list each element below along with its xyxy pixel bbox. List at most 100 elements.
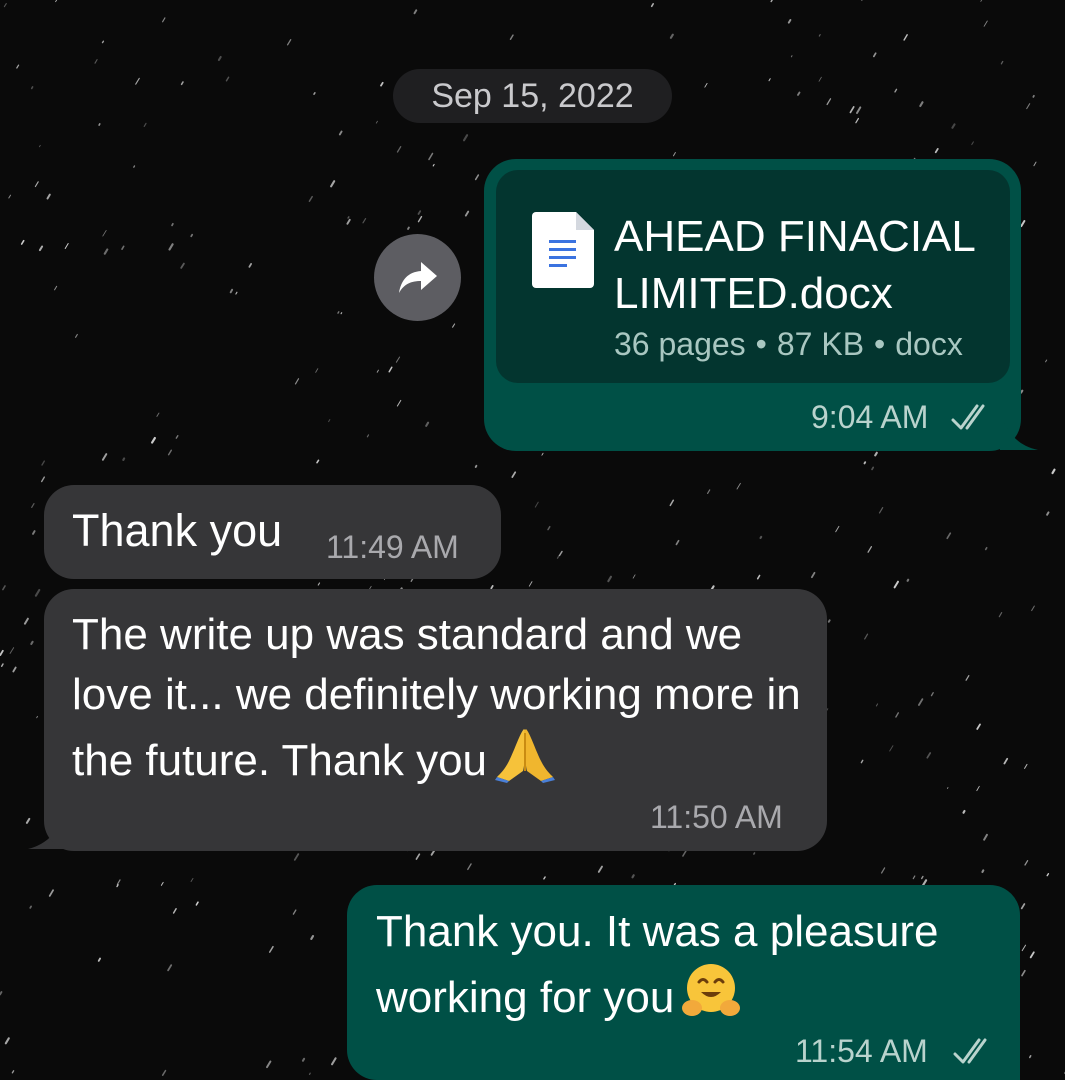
star-speck <box>1020 389 1024 394</box>
star-speck <box>1032 94 1035 98</box>
star-speck <box>1020 219 1026 228</box>
star-speck <box>650 3 654 8</box>
star-speck <box>1046 872 1050 877</box>
star-speck <box>407 226 410 230</box>
star-speck <box>38 245 44 252</box>
star-speck <box>34 588 41 597</box>
bubble-tail <box>1000 412 1038 450</box>
star-speck <box>162 17 166 23</box>
star-speck <box>98 123 101 126</box>
star-speck <box>704 82 708 88</box>
star-speck <box>16 64 20 69</box>
double-check-icon <box>953 1038 987 1064</box>
star-speck <box>1051 468 1056 475</box>
star-speck <box>855 117 860 124</box>
star-speck <box>811 571 816 579</box>
star-speck <box>396 146 402 153</box>
star-speck <box>556 555 560 559</box>
star-speck <box>930 692 934 697</box>
star-speck <box>161 1069 167 1076</box>
star-speck <box>308 1072 311 1076</box>
star-speck <box>906 578 910 582</box>
star-speck <box>509 34 514 40</box>
star-speck <box>313 92 316 95</box>
star-speck <box>669 33 674 39</box>
star-speck <box>248 262 253 268</box>
meta-separator: • <box>874 326 886 362</box>
star-speck <box>293 853 300 861</box>
star-speck <box>920 875 924 880</box>
star-speck <box>934 148 939 154</box>
star-speck <box>464 210 470 217</box>
star-speck <box>759 535 763 540</box>
star-speck <box>396 399 402 407</box>
star-speck <box>675 539 680 546</box>
incoming-message[interactable]: The write up was standard and we love it… <box>44 589 827 851</box>
star-speck <box>528 581 533 587</box>
star-speck <box>597 865 603 873</box>
star-speck <box>864 633 869 640</box>
star-speck <box>756 574 761 580</box>
hugging-face-emoji <box>682 964 741 1016</box>
star-speck <box>1029 1055 1032 1059</box>
star-speck <box>631 874 635 879</box>
message-text: Thank you. It was a pleasure working for… <box>376 907 939 1022</box>
star-speck <box>36 715 38 719</box>
star-speck <box>1021 944 1026 952</box>
star-speck <box>337 311 340 314</box>
star-speck <box>266 1060 272 1069</box>
star-speck <box>101 453 108 461</box>
star-speck <box>380 81 384 87</box>
star-speck <box>632 574 636 579</box>
star-speck <box>160 881 164 886</box>
forward-button[interactable] <box>374 234 461 321</box>
star-speck <box>682 850 687 857</box>
star-speck <box>46 193 51 200</box>
star-speck <box>116 884 119 888</box>
message-time: 11:54 AM <box>795 1033 928 1069</box>
star-speck <box>94 59 98 64</box>
forward-arrow-icon <box>398 261 437 293</box>
star-speck <box>895 712 899 718</box>
star-speck <box>268 945 274 953</box>
star-speck <box>294 378 300 385</box>
star-speck <box>308 195 313 203</box>
star-speck <box>1021 969 1026 977</box>
document-file-name: AHEAD FINACIAL LIMITED.docx <box>614 212 975 318</box>
star-speck <box>534 501 539 508</box>
star-speck <box>998 612 1003 618</box>
star-speck <box>417 215 423 223</box>
star-speck <box>849 106 855 114</box>
star-speck <box>172 907 177 914</box>
star-speck <box>863 461 867 465</box>
incoming-message[interactable]: Thank you 11:49 AM <box>44 485 501 579</box>
star-speck <box>121 245 125 250</box>
star-speck <box>926 752 932 759</box>
star-speck <box>818 34 821 37</box>
star-speck <box>217 55 222 62</box>
star-speck <box>856 106 862 114</box>
star-speck <box>917 698 924 706</box>
star-speck <box>871 466 875 471</box>
document-attachment[interactable]: AHEAD FINACIAL LIMITED.docx 36 pages • 87 … <box>496 170 1010 383</box>
star-speck <box>328 419 331 423</box>
star-speck <box>395 356 401 363</box>
star-speck <box>388 366 393 373</box>
star-speck <box>64 242 69 250</box>
star-speck <box>8 194 11 199</box>
star-speck <box>835 525 840 533</box>
star-speck <box>818 76 822 82</box>
star-speck <box>32 530 36 535</box>
star-speck <box>171 222 174 227</box>
star-speck <box>1003 757 1009 765</box>
outgoing-message[interactable]: Thank you. It was a pleasure working for… <box>347 885 1020 1080</box>
star-speck <box>474 174 480 181</box>
star-speck <box>102 229 107 237</box>
star-speck <box>894 88 898 93</box>
star-speck <box>38 144 41 148</box>
star-speck <box>452 323 456 328</box>
outgoing-document-message[interactable]: AHEAD FINACIAL LIMITED.docx 36 pages • 87 … <box>484 159 1021 451</box>
message-text: The write up was standard and we love it… <box>72 610 801 785</box>
star-speck <box>1029 951 1035 959</box>
star-speck <box>9 647 15 654</box>
